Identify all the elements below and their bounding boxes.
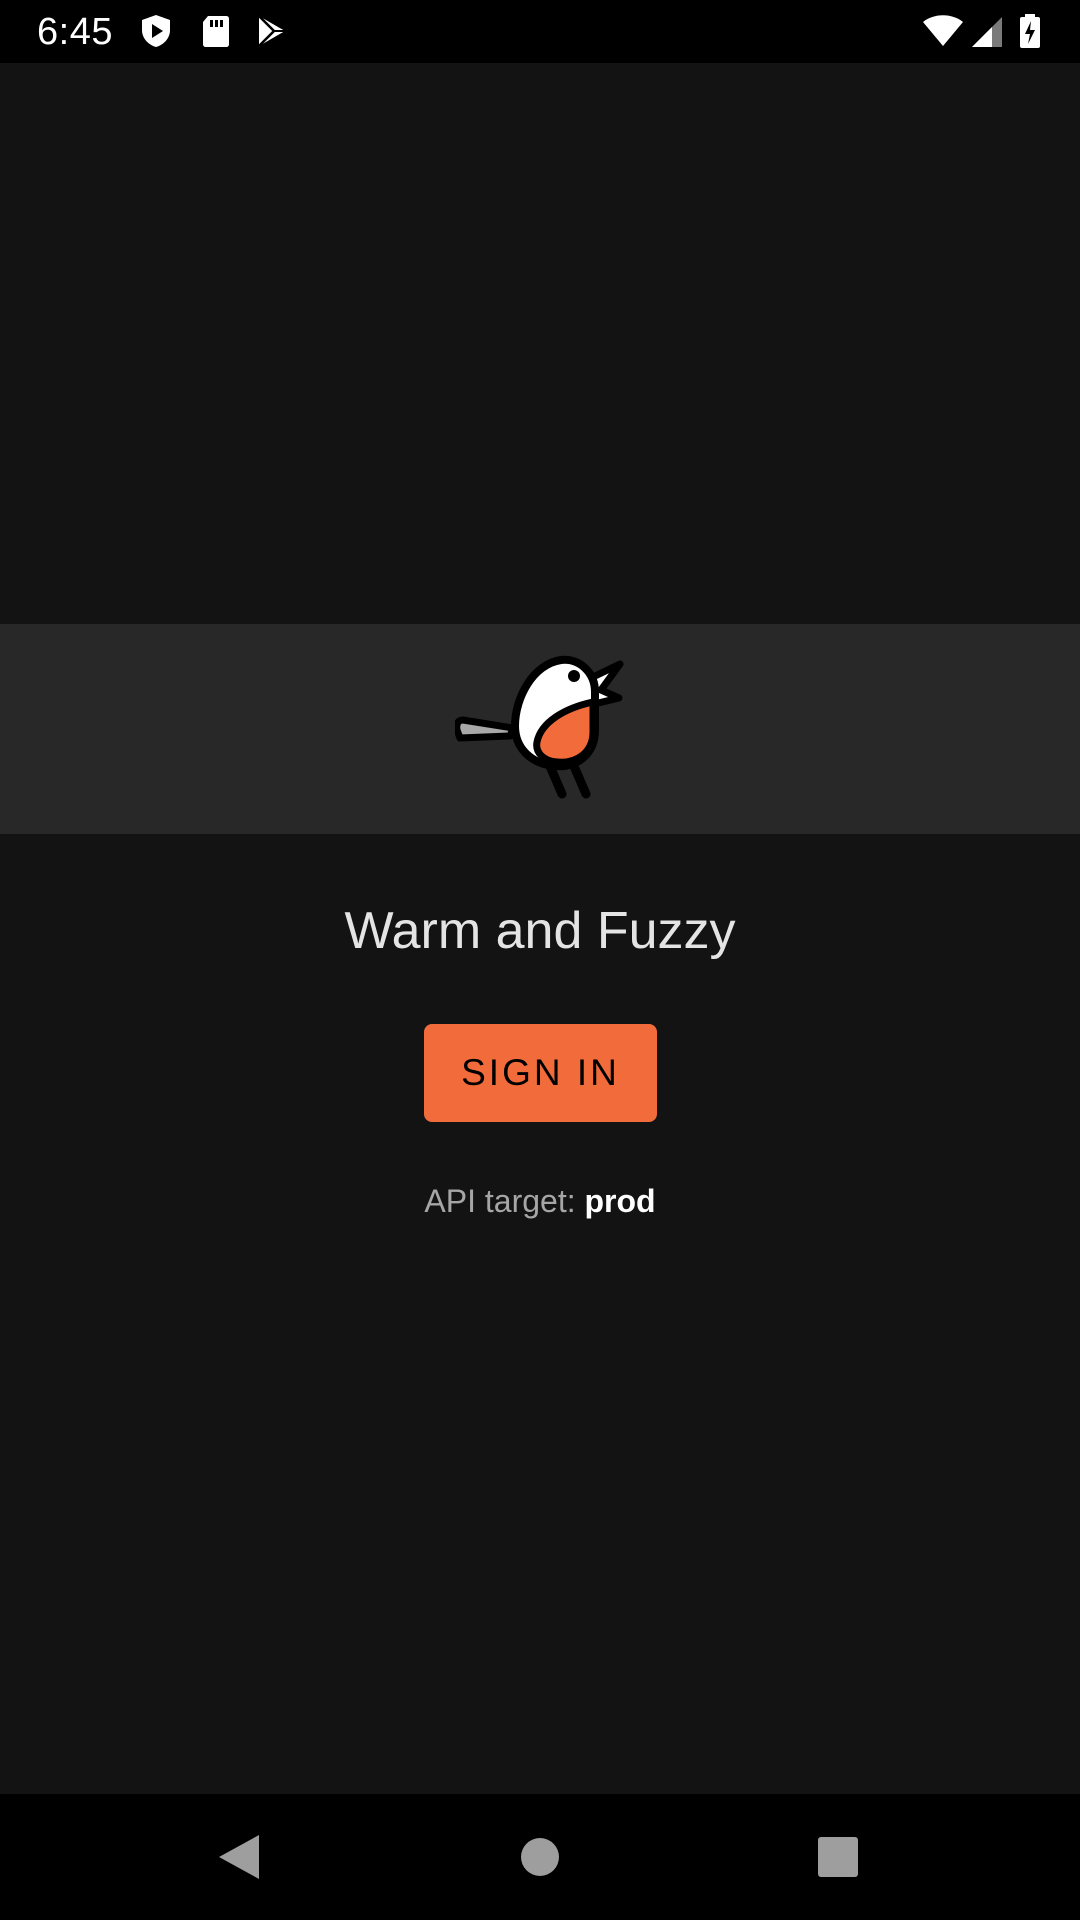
sd-card-icon [198,13,234,49]
app-title: Warm and Fuzzy [344,902,736,960]
api-target-line: API target: prod [0,1180,1080,1222]
status-bar: 6:45 [0,0,1080,63]
play-store-icon [254,13,290,49]
sign-in-button[interactable]: SIGN IN [424,1024,657,1122]
cell-signal-icon [970,13,1006,49]
login-screen: 6:45 Warm and Fuzzy SIGN IN API target: … [0,0,1080,1920]
api-target-value: prod [584,1183,656,1219]
recents-icon[interactable] [803,1822,873,1892]
home-icon[interactable] [505,1822,575,1892]
battery-charging-icon [1018,13,1042,49]
api-target-label: API target: [424,1183,576,1219]
shield-play-icon [138,13,174,49]
back-icon[interactable] [205,1822,275,1892]
status-time: 6:45 [37,11,113,53]
wifi-icon [922,13,964,49]
robin-bird-icon [455,650,625,806]
navigation-bar [0,1794,1080,1920]
